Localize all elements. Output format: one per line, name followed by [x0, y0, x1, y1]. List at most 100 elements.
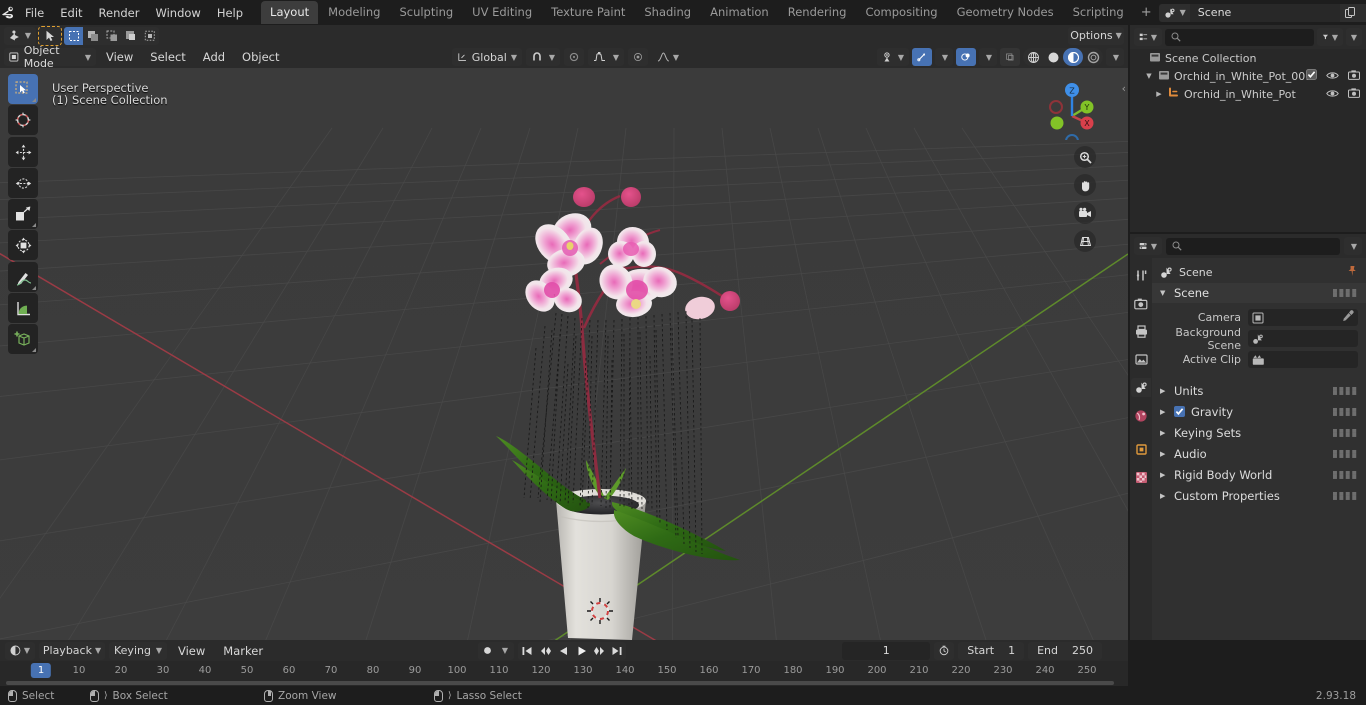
timeline-ruler[interactable]: 1 10 20 30 40 50 60 70 80 90 100 110 120… — [0, 661, 1128, 682]
playhead[interactable]: 1 — [30, 663, 52, 678]
outliner-collapse-icon[interactable]: ▼ — [1346, 28, 1362, 46]
unlink-scene-icon[interactable]: ✕ — [1361, 3, 1366, 22]
rotate-tool[interactable] — [8, 168, 38, 198]
eye-icon[interactable] — [1326, 70, 1339, 83]
gizmo-dropdown[interactable]: ▼ — [935, 48, 953, 66]
timeline-menu-marker[interactable]: Marker — [216, 642, 270, 660]
eyedropper-icon[interactable] — [1342, 310, 1354, 325]
viewport-menu-view[interactable]: View — [99, 48, 140, 66]
viewport-menu-select[interactable]: Select — [143, 48, 192, 66]
transform-tool[interactable] — [8, 230, 38, 260]
timeline-menu-keying[interactable]: Keying ▼ — [109, 641, 167, 660]
shading-wireframe-icon[interactable] — [1023, 48, 1043, 66]
disclosure-triangle[interactable]: ▶ — [1154, 90, 1164, 98]
properties-editor-icon[interactable]: ▼ — [1134, 237, 1162, 255]
timeline-menu-playback[interactable]: Playback ▼ — [39, 641, 105, 660]
outliner-display-mode-icon[interactable]: ▼ — [1134, 28, 1162, 46]
render-camera-icon[interactable] — [1348, 87, 1360, 101]
object-mode-selector[interactable]: Object Mode ▼ — [4, 44, 96, 70]
tab-layout[interactable]: Layout — [261, 1, 319, 24]
tab-uv-editing[interactable]: UV Editing — [463, 1, 541, 24]
viewport-menu-add[interactable]: Add — [196, 48, 232, 66]
add-cube-tool[interactable] — [8, 324, 38, 354]
tab-animation[interactable]: Animation — [701, 1, 778, 24]
options-button[interactable]: Options ▼ — [1068, 26, 1124, 45]
play-reverse-icon[interactable] — [554, 642, 572, 660]
blender-logo-icon[interactable] — [0, 0, 17, 25]
camera-field[interactable] — [1248, 309, 1358, 326]
pan-hand-icon[interactable] — [1074, 174, 1096, 196]
jump-to-end-icon[interactable] — [608, 642, 626, 660]
scale-tool[interactable] — [8, 199, 38, 229]
outliner-row-mesh-data[interactable]: ▶ Orchid_in_White_Pot — [1130, 85, 1366, 103]
tab-object[interactable] — [1131, 440, 1151, 459]
viewport-menu-object[interactable]: Object — [235, 48, 286, 66]
menu-file[interactable]: File — [17, 3, 52, 23]
tab-view-layer[interactable] — [1131, 350, 1151, 369]
jump-prev-keyframe-icon[interactable] — [536, 642, 554, 660]
measure-tool[interactable] — [8, 293, 38, 323]
new-scene-icon[interactable] — [1339, 3, 1362, 22]
outliner-search-input[interactable] — [1165, 28, 1314, 46]
tab-modeling[interactable]: Modeling — [319, 1, 389, 24]
overlays-icon[interactable] — [956, 48, 976, 66]
scene-icon[interactable]: ▼ — [1158, 3, 1190, 22]
tweak-select-tool[interactable] — [8, 74, 38, 104]
cursor-tool[interactable] — [8, 105, 38, 135]
tab-render[interactable] — [1131, 294, 1151, 313]
timeline-editor-icon[interactable]: ▼ — [5, 641, 35, 660]
panel-units[interactable]: ▶ Units ▪▪▪▪ ▪▪▪▪ — [1152, 380, 1366, 401]
tab-geometry-nodes[interactable]: Geometry Nodes — [948, 1, 1063, 24]
outliner-row-scene-collection[interactable]: Scene Collection — [1130, 49, 1366, 67]
jump-to-start-icon[interactable] — [518, 642, 536, 660]
timeline-menu-view[interactable]: View — [171, 642, 212, 660]
scene-selector[interactable]: ▼ Scene ✕ — [1158, 3, 1366, 22]
panel-keying-sets[interactable]: ▶ Keying Sets ▪▪▪▪ ▪▪▪▪ — [1152, 422, 1366, 443]
snap-icon[interactable]: ▼ — [526, 48, 560, 66]
menu-help[interactable]: Help — [209, 3, 251, 23]
overlays-dropdown[interactable]: ▼ — [979, 48, 997, 66]
select-invert-icon[interactable] — [121, 27, 140, 45]
shading-material-preview-icon[interactable] — [1063, 48, 1083, 66]
panel-header-scene[interactable]: ▼ Scene ▪▪▪▪ ▪▪▪▪ — [1152, 283, 1366, 303]
add-workspace-button[interactable]: + — [1134, 2, 1159, 23]
transform-orientation-selector[interactable]: Global ▼ — [452, 48, 522, 66]
active-tool-icon[interactable] — [38, 25, 62, 46]
select-extend-icon[interactable] — [83, 27, 102, 45]
panel-gravity[interactable]: ▶ Gravity ▪▪▪▪ ▪▪▪▪ — [1152, 401, 1366, 422]
menu-edit[interactable]: Edit — [52, 3, 90, 23]
xray-icon[interactable] — [1000, 48, 1020, 66]
tab-tool[interactable] — [1131, 266, 1151, 285]
menu-render[interactable]: Render — [91, 3, 148, 23]
tab-world[interactable] — [1131, 406, 1151, 425]
navigation-gizmo[interactable]: Z Y X — [1040, 76, 1104, 148]
play-icon[interactable] — [572, 642, 590, 660]
filter-icon[interactable]: ▼ — [1317, 28, 1343, 46]
gravity-checkbox[interactable] — [1174, 406, 1185, 417]
gizmo-icon[interactable] — [912, 48, 932, 66]
panel-rigid-body-world[interactable]: ▶ Rigid Body World ▪▪▪▪ ▪▪▪▪ — [1152, 464, 1366, 485]
toggle-perspective-icon[interactable] — [1074, 230, 1096, 252]
frame-range-start[interactable]: Start 1 — [958, 641, 1025, 660]
select-subtract-icon[interactable] — [102, 27, 121, 45]
tab-sculpting[interactable]: Sculpting — [390, 1, 462, 24]
object-visibility-icon[interactable]: ▼ — [877, 48, 909, 66]
tab-scripting[interactable]: Scripting — [1064, 1, 1133, 24]
sidebar-collapse-arrow[interactable]: ‹ — [1122, 82, 1126, 95]
jump-next-keyframe-icon[interactable] — [590, 642, 608, 660]
record-icon[interactable] — [478, 642, 496, 660]
tab-texture[interactable] — [1131, 468, 1151, 487]
checkbox-selectable[interactable] — [1306, 69, 1317, 83]
eye-icon[interactable] — [1326, 88, 1339, 101]
proportional-edit-icon[interactable] — [564, 48, 584, 66]
panel-audio[interactable]: ▶ Audio ▪▪▪▪ ▪▪▪▪ — [1152, 443, 1366, 464]
shading-solid-icon[interactable] — [1043, 48, 1063, 66]
move-tool[interactable] — [8, 137, 38, 167]
frame-range-end[interactable]: End 250 — [1028, 641, 1102, 660]
shading-rendered-icon[interactable] — [1083, 48, 1103, 66]
snapping-toggle-icon[interactable] — [628, 48, 648, 66]
render-camera-icon[interactable] — [1348, 69, 1360, 83]
panel-custom-properties[interactable]: ▶ Custom Properties ▪▪▪▪ ▪▪▪▪ — [1152, 485, 1366, 506]
record-dropdown[interactable]: ▼ — [496, 642, 514, 660]
editor-type-icon[interactable]: ▼ — [4, 26, 36, 45]
